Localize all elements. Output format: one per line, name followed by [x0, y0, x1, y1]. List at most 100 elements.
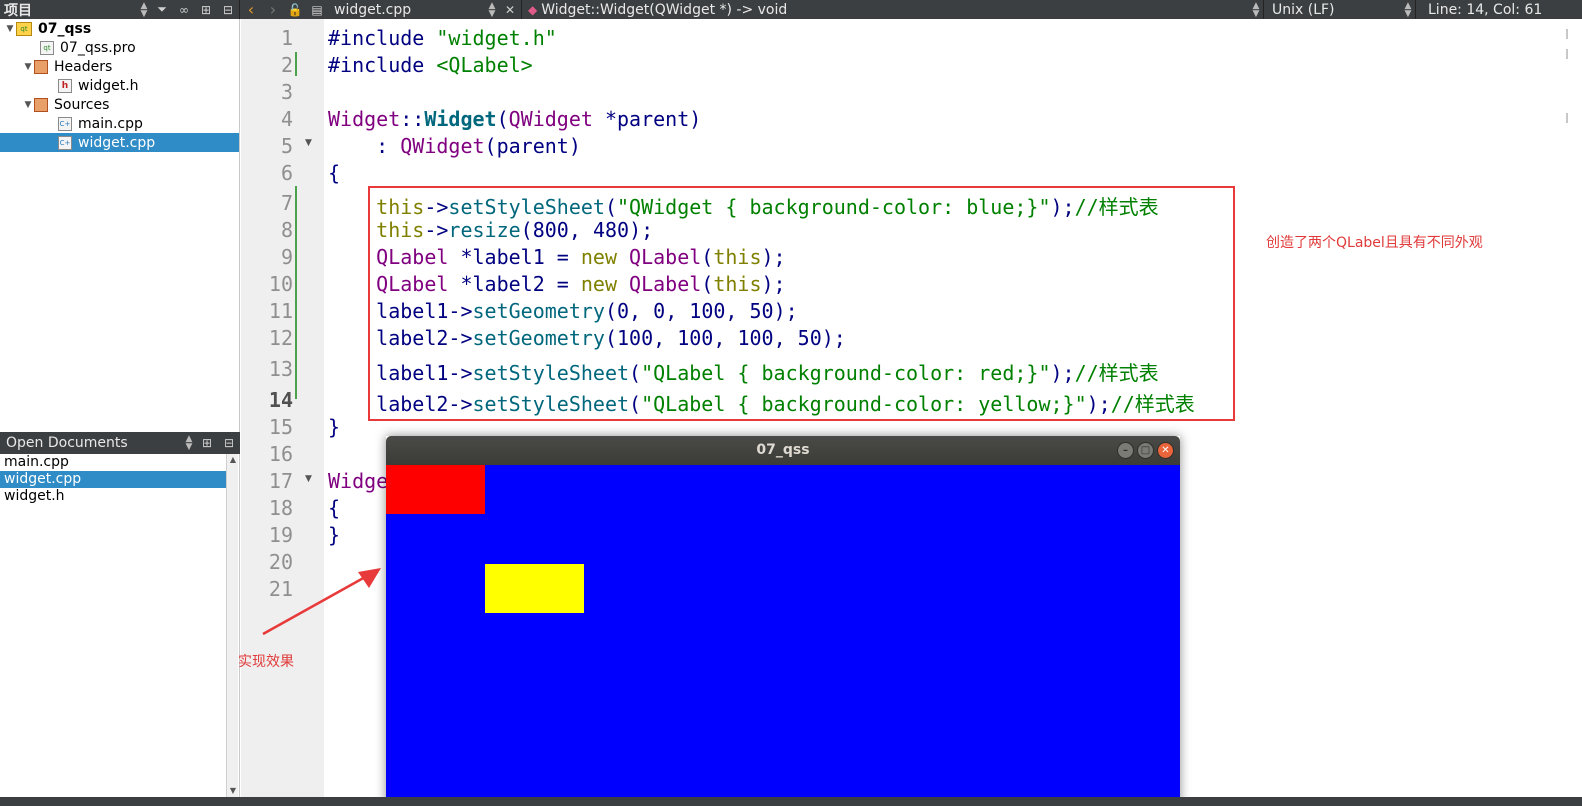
line-number[interactable]: 18 [241, 496, 293, 520]
tree-item-widget-cpp[interactable]: C+ widget.cpp [0, 133, 239, 152]
open-document-item[interactable]: widget.cpp [0, 471, 226, 488]
close-file-icon[interactable]: ✕ [499, 0, 521, 19]
tree-item-sources[interactable]: ▼ Sources [0, 95, 239, 114]
code-line[interactable]: Widge [328, 469, 388, 493]
scroll-marker [1566, 113, 1568, 123]
code-line[interactable]: Widget::Widget(QWidget *parent) [328, 107, 701, 131]
code-token: : [328, 134, 401, 158]
tree-item-pro-file[interactable]: qt 07_qss.pro [0, 38, 239, 57]
project-tree: ▼ qt 07_qss qt 07_qss.pro ▼ Headers h wi… [0, 19, 240, 432]
link-icon[interactable]: ∞ [173, 0, 195, 19]
bottom-status-bar [0, 797, 1582, 806]
code-token: { [328, 161, 341, 185]
minimize-icon[interactable]: – [1117, 442, 1134, 459]
code-token: QWidget [508, 107, 593, 131]
scroll-down-icon[interactable]: ▼ [227, 785, 239, 797]
symbol-dropdown-arrows-icon[interactable]: ▲ ▼ [1249, 1, 1263, 18]
code-line[interactable]: { [328, 161, 340, 185]
expand-arrow-icon[interactable]: ▼ [22, 100, 34, 110]
split-icon[interactable]: ⊞ [195, 0, 217, 19]
app-window[interactable]: 07_qss – □ ✕ [386, 436, 1180, 806]
fold-arrow-icon[interactable]: ▼ [305, 138, 312, 148]
open-documents-header: Open Documents ▲ ▼ ⊞ ⊟ [0, 432, 240, 454]
app-window-title: 07_qss [756, 442, 810, 458]
tree-item-label: Headers [54, 58, 113, 75]
headers-folder-icon [34, 59, 48, 74]
scroll-marker [1566, 49, 1568, 59]
tree-item-headers[interactable]: ▼ Headers [0, 57, 239, 76]
cpp-file-icon: C+ [58, 135, 72, 150]
code-line[interactable]: #include "widget.h" [328, 26, 557, 50]
line-number[interactable]: 14 [241, 388, 293, 412]
line-number[interactable]: 10 [241, 272, 293, 296]
editor-scrollbar[interactable] [1551, 19, 1582, 797]
line-number[interactable]: 9 [241, 245, 293, 269]
close-pane-icon[interactable]: ⊟ [218, 434, 240, 453]
open-documents-scrollbar[interactable]: ▲ ▼ [226, 454, 238, 797]
app-window-canvas [386, 465, 1180, 806]
cursor-position[interactable]: Line: 14, Col: 61 [1416, 0, 1582, 19]
back-arrow-icon[interactable]: ‹ [240, 0, 262, 19]
close-pane-icon[interactable]: ⊟ [217, 0, 239, 19]
line-number[interactable]: 8 [241, 218, 293, 242]
file-dropdown-arrows-icon[interactable]: ▲ ▼ [485, 1, 499, 18]
current-function-signature[interactable]: Widget::Widget(QWidget *) -> void [537, 2, 1249, 18]
pane-selector-arrows-icon[interactable]: ▲ ▼ [137, 1, 151, 18]
sources-folder-icon [34, 97, 48, 112]
maximize-icon[interactable]: □ [1137, 442, 1154, 459]
scroll-marker [1566, 29, 1568, 39]
code-line[interactable]: } [328, 415, 340, 439]
line-ending-arrows-icon[interactable]: ▲ ▼ [1401, 1, 1415, 18]
line-number[interactable]: 11 [241, 299, 293, 323]
code-line[interactable]: } [328, 523, 340, 547]
line-number[interactable]: 7 [241, 191, 293, 215]
close-icon[interactable]: ✕ [1157, 442, 1174, 459]
filter-icon[interactable]: ⏷ [151, 0, 173, 19]
app-window-titlebar[interactable]: 07_qss – □ ✕ [386, 436, 1180, 465]
code-token: #include [328, 53, 437, 77]
line-number[interactable]: 1 [241, 26, 293, 50]
symbol-selector[interactable]: ◆ Widget::Widget(QWidget *) -> void ▲ ▼ [522, 0, 1264, 19]
code-line[interactable]: #include <QLabel> [328, 53, 533, 77]
code-line[interactable]: { [328, 496, 340, 520]
tree-item-label: 07_qss [38, 20, 92, 37]
line-ending-label[interactable]: Unix (LF) [1272, 2, 1401, 18]
line-number[interactable]: 5 [241, 134, 293, 158]
line-number[interactable]: 16 [241, 442, 293, 466]
code-line[interactable]: : QWidget(parent) [328, 134, 581, 158]
forward-arrow-icon[interactable]: › [262, 0, 284, 19]
header-file-icon: h [58, 78, 72, 93]
line-number[interactable]: 6 [241, 161, 293, 185]
tree-item-main-cpp[interactable]: C+ main.cpp [0, 114, 239, 133]
line-number[interactable]: 15 [241, 415, 293, 439]
code-token: ( [496, 107, 509, 131]
tree-item-label: Sources [54, 96, 110, 113]
line-number[interactable]: 4 [241, 107, 293, 131]
scroll-up-icon[interactable]: ▲ [227, 454, 239, 466]
split-icon[interactable]: ⊞ [196, 434, 218, 453]
cursor-position-label[interactable]: Line: 14, Col: 61 [1428, 2, 1542, 18]
line-number[interactable]: 13 [241, 357, 293, 381]
current-file-name[interactable]: widget.cpp [328, 2, 485, 18]
line-number[interactable]: 2 [241, 53, 293, 77]
line-number[interactable]: 12 [241, 326, 293, 350]
code-token: Widget [424, 107, 497, 131]
annotation-note: 创造了两个QLabel且具有不同外观 [1266, 235, 1483, 251]
project-pane-header: 项目 ▲ ▼ ⏷ ∞ ⊞ ⊟ [0, 0, 240, 19]
expand-arrow-icon[interactable]: ▼ [22, 62, 34, 72]
line-number[interactable]: 3 [241, 80, 293, 104]
open-document-item[interactable]: widget.h [0, 488, 226, 505]
line-number[interactable]: 17 [241, 469, 293, 493]
tree-item-widget-h[interactable]: h widget.h [0, 76, 239, 95]
line-ending-selector[interactable]: Unix (LF) ▲ ▼ [1264, 0, 1416, 19]
fold-arrow-icon[interactable]: ▼ [305, 474, 312, 484]
pane-selector-arrows-icon[interactable]: ▲ ▼ [182, 435, 196, 452]
open-document-item[interactable]: main.cpp [0, 454, 226, 471]
code-token: *parent) [592, 107, 702, 131]
file-selector[interactable]: ‹ › 🔓 ▤ widget.cpp ▲ ▼ ✕ [240, 0, 522, 19]
tree-item-label: widget.h [78, 77, 139, 94]
tree-item-label: widget.cpp [78, 134, 156, 151]
line-number[interactable]: 19 [241, 523, 293, 547]
expand-arrow-icon[interactable]: ▼ [4, 24, 16, 34]
tree-item-project[interactable]: ▼ qt 07_qss [0, 19, 239, 38]
